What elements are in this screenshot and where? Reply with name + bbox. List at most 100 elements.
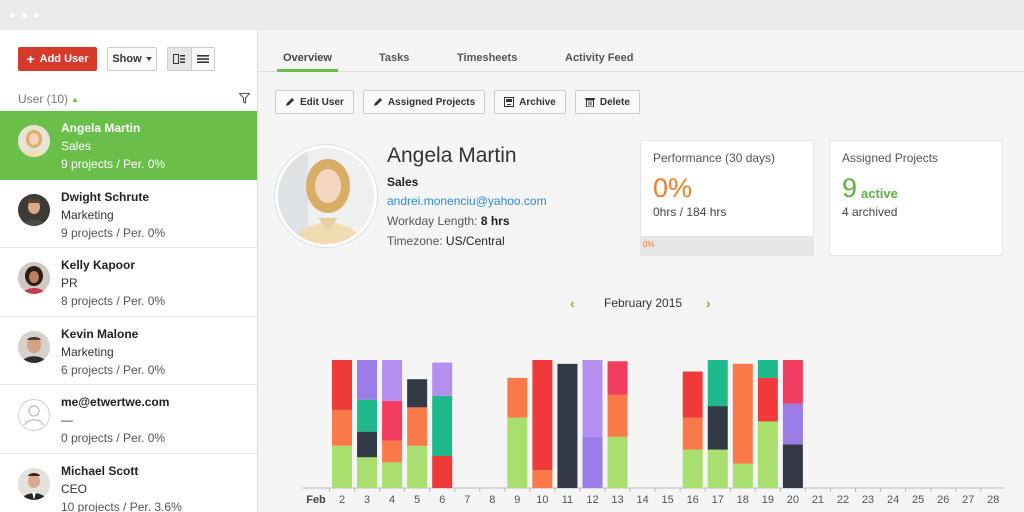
bar-segment[interactable] bbox=[582, 436, 603, 488]
user-list-item[interactable]: Dwight Schrute Marketing 9 projects / Pe… bbox=[0, 180, 257, 248]
bar-segment[interactable] bbox=[382, 400, 403, 441]
avatar bbox=[18, 467, 50, 500]
workday-label: Workday Length: bbox=[387, 214, 478, 228]
bar-segment[interactable] bbox=[757, 360, 778, 378]
bar-segment[interactable] bbox=[382, 440, 403, 463]
default-avatar-icon bbox=[18, 399, 50, 431]
bar-segment[interactable] bbox=[607, 394, 628, 437]
x-tick-label: 26 bbox=[937, 494, 949, 506]
x-tick-label: 4 bbox=[389, 494, 395, 506]
user-list-item[interactable]: Kelly Kapoor PR 8 projects / Per. 0% bbox=[0, 248, 257, 317]
user-list-item[interactable]: Kevin Malone Marketing 6 projects / Per.… bbox=[0, 317, 257, 385]
bar-segment[interactable] bbox=[332, 360, 352, 410]
bar-segment[interactable] bbox=[357, 457, 378, 488]
user-name: Kelly Kapoor bbox=[61, 258, 136, 272]
tab-overview[interactable]: Overview bbox=[277, 52, 338, 72]
profile-email-link[interactable]: andrei.monenciu@yahoo.com bbox=[387, 194, 547, 208]
bar-segment[interactable] bbox=[682, 417, 703, 450]
user-name: Angela Martin bbox=[61, 121, 141, 135]
bar-segment[interactable] bbox=[407, 379, 428, 408]
pencil-icon bbox=[286, 98, 294, 106]
x-tick-label: 12 bbox=[586, 494, 598, 506]
user-list-header[interactable]: User (10) ▲ bbox=[18, 92, 254, 108]
sort-asc-icon[interactable]: ▲ bbox=[71, 95, 79, 104]
timezone-value: US/Central bbox=[445, 234, 505, 248]
action-toolbar: Edit User Assigned Projects Archive Dele… bbox=[275, 90, 640, 114]
bar-segment[interactable] bbox=[707, 406, 728, 450]
bar-segment[interactable] bbox=[332, 409, 352, 446]
archive-button[interactable]: Archive bbox=[494, 90, 566, 114]
bar-segment[interactable] bbox=[357, 360, 378, 400]
bar-segment[interactable] bbox=[607, 436, 628, 488]
bar-segment[interactable] bbox=[332, 445, 352, 488]
bar-segment[interactable] bbox=[532, 470, 553, 488]
user-list-item[interactable]: Michael Scott CEO 10 projects / Per. 3.6… bbox=[0, 454, 257, 512]
archive-icon bbox=[504, 97, 515, 107]
bar-segment[interactable] bbox=[682, 371, 703, 418]
tab-tasks[interactable]: Tasks bbox=[379, 52, 409, 64]
user-name: Dwight Schrute bbox=[61, 189, 150, 204]
bar-segment[interactable] bbox=[757, 421, 778, 488]
avatar bbox=[18, 330, 50, 363]
bar-segment[interactable] bbox=[732, 363, 753, 464]
bar-segment[interactable] bbox=[782, 444, 803, 488]
bar-segment[interactable] bbox=[407, 407, 428, 446]
bar-segment[interactable] bbox=[582, 360, 603, 437]
x-tick-label: 6 bbox=[439, 494, 445, 506]
user-stats: 9 projects / Per. 0% bbox=[61, 157, 166, 171]
archive-label: Archive bbox=[519, 96, 556, 108]
bar-segment[interactable] bbox=[407, 445, 428, 488]
bar-segment[interactable] bbox=[357, 431, 378, 458]
bar-segment[interactable] bbox=[507, 377, 528, 418]
bar-segment[interactable] bbox=[432, 456, 453, 488]
tab-activity-feed[interactable]: Activity Feed bbox=[565, 52, 633, 64]
bar-segment[interactable] bbox=[382, 462, 403, 488]
x-tick-label: 18 bbox=[737, 494, 749, 506]
next-month-icon[interactable]: › bbox=[706, 295, 711, 311]
bar-segment[interactable] bbox=[682, 449, 703, 488]
bar-segment[interactable] bbox=[782, 360, 803, 404]
x-tick-label: 19 bbox=[762, 494, 774, 506]
performance-label: Performance (30 days) bbox=[653, 151, 776, 165]
assigned-projects-card: Assigned Projects 9 active 4 archived bbox=[829, 140, 1003, 256]
bar-segment[interactable] bbox=[782, 403, 803, 445]
user-dept: Sales bbox=[61, 139, 92, 153]
detail-view-button[interactable] bbox=[168, 48, 192, 70]
bar-segment[interactable] bbox=[757, 377, 778, 422]
show-dropdown[interactable]: Show bbox=[107, 47, 157, 71]
user-dept: Marketing bbox=[61, 344, 114, 359]
caret-down-icon bbox=[145, 57, 152, 61]
prev-month-icon[interactable]: ‹ bbox=[570, 295, 575, 311]
x-tick-label: 10 bbox=[536, 494, 548, 506]
add-user-button[interactable]: + Add User bbox=[18, 47, 97, 71]
filter-icon[interactable] bbox=[239, 93, 250, 104]
x-tick-label: 16 bbox=[687, 494, 699, 506]
bar-segment[interactable] bbox=[532, 360, 553, 471]
user-list-item[interactable]: me@etwertwe.com — 0 projects / Per. 0% bbox=[0, 385, 257, 454]
bar-segment[interactable] bbox=[732, 463, 753, 488]
list-view-button[interactable] bbox=[192, 48, 215, 70]
tab-timesheets[interactable]: Timesheets bbox=[457, 52, 517, 64]
bar-segment[interactable] bbox=[557, 363, 578, 488]
user-dept: — bbox=[61, 413, 73, 427]
bar-segment[interactable] bbox=[607, 361, 628, 395]
user-stats: 0 projects / Per. 0% bbox=[61, 431, 166, 445]
delete-button[interactable]: Delete bbox=[574, 90, 640, 114]
bar-segment[interactable] bbox=[357, 399, 378, 432]
assigned-projects-button[interactable]: Assigned Projects bbox=[362, 90, 486, 114]
bar-segment[interactable] bbox=[507, 417, 528, 488]
avatar bbox=[18, 262, 50, 294]
bar-segment[interactable] bbox=[432, 362, 453, 396]
user-list-item[interactable]: Angela Martin Sales 9 projects / Per. 0% bbox=[0, 111, 257, 180]
user-stats: 9 projects / Per. 0% bbox=[61, 225, 166, 240]
bar-segment[interactable] bbox=[432, 395, 453, 456]
x-tick-label: 23 bbox=[862, 494, 874, 506]
bar-segment[interactable] bbox=[707, 449, 728, 488]
bar-segment[interactable] bbox=[382, 360, 403, 401]
user-list: Angela Martin Sales 9 projects / Per. 0%… bbox=[0, 111, 257, 512]
edit-user-button[interactable]: Edit User bbox=[275, 90, 354, 114]
avatar bbox=[18, 193, 50, 226]
profile-dept: Sales bbox=[387, 175, 419, 189]
x-tick-label: 11 bbox=[562, 494, 573, 506]
bar-segment[interactable] bbox=[707, 360, 728, 407]
